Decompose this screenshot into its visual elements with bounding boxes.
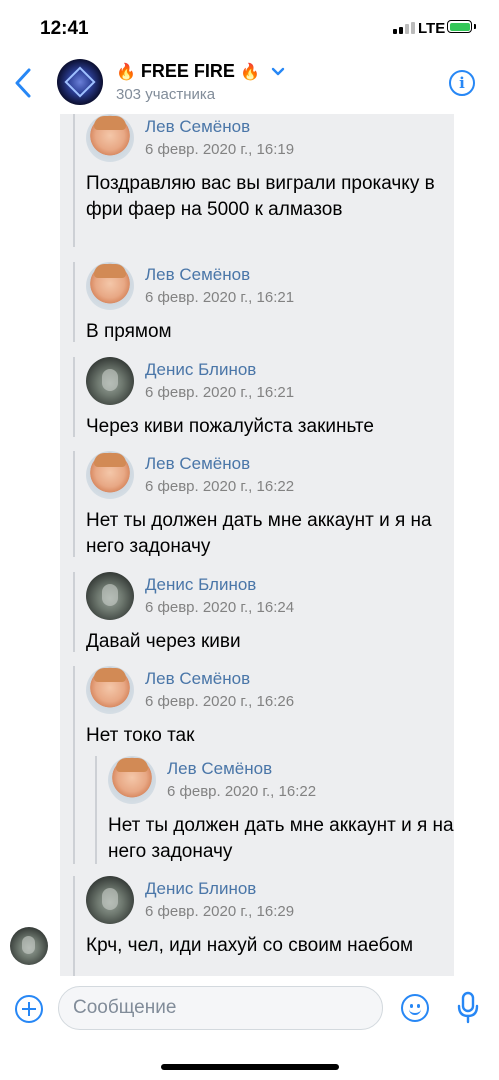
message-text: В прямом <box>86 321 172 342</box>
avatar[interactable] <box>108 756 156 804</box>
back-arrow-icon[interactable] <box>12 66 36 100</box>
avatar[interactable] <box>86 114 134 162</box>
forwarded-message: Денис Блинов 6 февр. 2020 г., 16:21 Чере… <box>73 357 453 437</box>
message-input[interactable] <box>58 986 383 1030</box>
author-name[interactable]: Лев Семёнов <box>145 265 250 285</box>
chevron-down-icon[interactable] <box>271 67 285 77</box>
fire-emoji-icon: 🔥 <box>116 63 136 81</box>
message-text: Нет токо так <box>86 725 195 746</box>
participants-count: 303 участника <box>116 86 216 103</box>
avatar[interactable] <box>86 572 134 620</box>
author-name[interactable]: Лев Семёнов <box>145 117 250 137</box>
avatar[interactable] <box>86 451 134 499</box>
chat-avatar[interactable] <box>57 59 103 105</box>
message-time: 6 февр. 2020 г., 16:24 <box>145 599 295 616</box>
author-name[interactable]: Денис Блинов <box>145 879 256 899</box>
avatar[interactable] <box>86 876 134 924</box>
author-name[interactable]: Лев Семёнов <box>145 669 250 689</box>
message-time: 6 февр. 2020 г., 16:21 <box>145 384 295 401</box>
message-text: Нет ты должен дать мне аккаунт и я на не… <box>108 815 454 862</box>
sender-avatar[interactable] <box>10 927 48 965</box>
message-text: Крч, чел, иди нахуй со своим наебом <box>86 935 414 956</box>
avatar[interactable] <box>86 666 134 714</box>
message-time: 6 февр. 2020 г., 16:22 <box>167 783 317 800</box>
network-label: LTE <box>418 20 446 37</box>
status-bar: 12:41 LTE <box>0 0 499 52</box>
plus-icon[interactable] <box>15 995 43 1023</box>
author-name[interactable]: Лев Семёнов <box>145 454 250 474</box>
message-composer <box>0 976 499 1080</box>
battery-icon <box>447 20 476 33</box>
home-indicator <box>161 1064 339 1070</box>
microphone-icon[interactable] <box>454 990 482 1026</box>
author-name[interactable]: Лев Семёнов <box>167 759 272 779</box>
message-text: Нет ты должен дать мне аккаунт и я на не… <box>86 510 432 557</box>
author-name[interactable]: Денис Блинов <box>145 575 256 595</box>
fire-emoji-icon: 🔥 <box>239 63 260 81</box>
forwarded-message: Денис Блинов 6 февр. 2020 г., 16:24 Дава… <box>73 572 453 652</box>
forwarded-message: Денис Блинов 6 февр. 2020 г., 16:29 Крч,… <box>73 876 453 976</box>
message-time: 6 февр. 2020 г., 16:19 <box>145 141 295 158</box>
chat-header: 🔥 FREE FIRE 🔥 303 участника i <box>0 52 499 114</box>
forwarded-message: Лев Семёнов 6 февр. 2020 г., 16:21 В пря… <box>73 262 453 342</box>
message-text: Давай через киви <box>86 631 241 652</box>
nested-forwarded-message: Лев Семёнов 6 февр. 2020 г., 16:22 Нет т… <box>95 756 454 864</box>
avatar[interactable] <box>86 357 134 405</box>
signal-icon <box>393 22 415 34</box>
message-time: 6 февр. 2020 г., 16:29 <box>145 903 295 920</box>
author-name[interactable]: Денис Блинов <box>145 360 256 380</box>
message-time: 6 февр. 2020 г., 16:22 <box>145 478 295 495</box>
forwarded-message: Лев Семёнов 6 февр. 2020 г., 16:26 Нет т… <box>73 666 454 864</box>
message-text: Поздравляю вас вы виграли прокачку в фри… <box>86 173 435 220</box>
forwarded-message: Лев Семёнов 6 февр. 2020 г., 16:19 Поздр… <box>73 114 453 247</box>
emoji-icon[interactable] <box>401 994 429 1022</box>
chat-title-text: FREE FIRE <box>140 61 235 81</box>
forwarded-message: Лев Семёнов 6 февр. 2020 г., 16:22 Нет т… <box>73 451 453 557</box>
chat-title[interactable]: 🔥 FREE FIRE 🔥 <box>116 61 285 82</box>
message-text: Через киви пожалуйста закиньте <box>86 416 374 437</box>
message-time: 6 февр. 2020 г., 16:26 <box>145 693 295 710</box>
info-icon[interactable]: i <box>449 70 475 96</box>
status-time: 12:41 <box>40 18 89 39</box>
message-time: 6 февр. 2020 г., 16:21 <box>145 289 295 306</box>
avatar[interactable] <box>86 262 134 310</box>
forwarded-messages[interactable]: Лев Семёнов 6 февр. 2020 г., 16:19 Поздр… <box>60 114 454 976</box>
